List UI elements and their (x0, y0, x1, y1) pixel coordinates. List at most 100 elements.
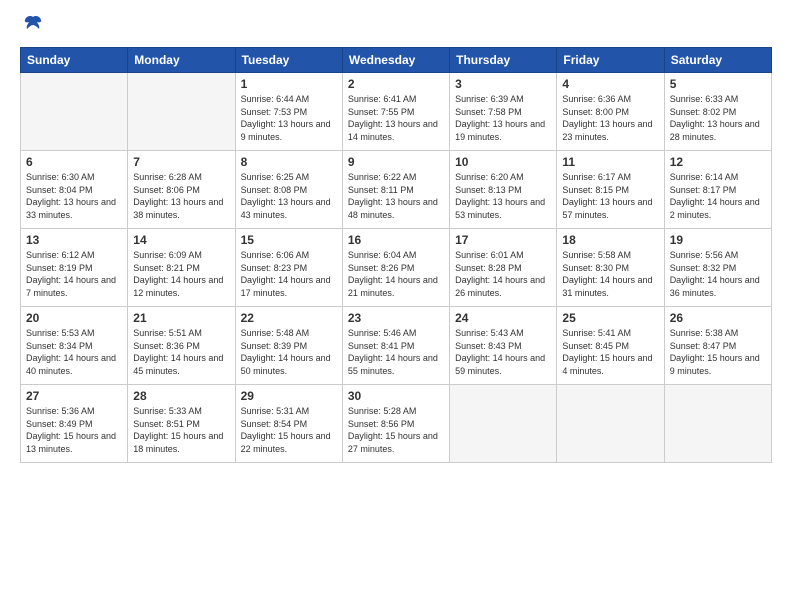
day-info: Sunrise: 5:56 AM Sunset: 8:32 PM Dayligh… (670, 249, 766, 299)
day-info: Sunrise: 6:39 AM Sunset: 7:58 PM Dayligh… (455, 93, 551, 143)
calendar-cell (664, 385, 771, 463)
calendar-cell: 25 Sunrise: 5:41 AM Sunset: 8:45 PM Dayl… (557, 307, 664, 385)
day-info: Sunrise: 5:38 AM Sunset: 8:47 PM Dayligh… (670, 327, 766, 377)
day-info: Sunrise: 6:33 AM Sunset: 8:02 PM Dayligh… (670, 93, 766, 143)
day-number: 21 (133, 311, 229, 325)
calendar-cell: 14 Sunrise: 6:09 AM Sunset: 8:21 PM Dayl… (128, 229, 235, 307)
day-header-monday: Monday (128, 48, 235, 73)
calendar-cell: 26 Sunrise: 5:38 AM Sunset: 8:47 PM Dayl… (664, 307, 771, 385)
day-number: 4 (562, 77, 658, 91)
day-header-saturday: Saturday (664, 48, 771, 73)
calendar-cell: 15 Sunrise: 6:06 AM Sunset: 8:23 PM Dayl… (235, 229, 342, 307)
day-number: 30 (348, 389, 444, 403)
day-info: Sunrise: 6:30 AM Sunset: 8:04 PM Dayligh… (26, 171, 122, 221)
day-info: Sunrise: 6:44 AM Sunset: 7:53 PM Dayligh… (241, 93, 337, 143)
day-number: 1 (241, 77, 337, 91)
day-info: Sunrise: 5:41 AM Sunset: 8:45 PM Dayligh… (562, 327, 658, 377)
calendar-cell: 17 Sunrise: 6:01 AM Sunset: 8:28 PM Dayl… (450, 229, 557, 307)
calendar-cell: 18 Sunrise: 5:58 AM Sunset: 8:30 PM Dayl… (557, 229, 664, 307)
day-number: 15 (241, 233, 337, 247)
calendar-cell (21, 73, 128, 151)
calendar-cell: 28 Sunrise: 5:33 AM Sunset: 8:51 PM Dayl… (128, 385, 235, 463)
calendar-cell: 5 Sunrise: 6:33 AM Sunset: 8:02 PM Dayli… (664, 73, 771, 151)
calendar-cell (450, 385, 557, 463)
day-header-wednesday: Wednesday (342, 48, 449, 73)
day-header-sunday: Sunday (21, 48, 128, 73)
calendar-cell: 24 Sunrise: 5:43 AM Sunset: 8:43 PM Dayl… (450, 307, 557, 385)
day-number: 26 (670, 311, 766, 325)
day-number: 19 (670, 233, 766, 247)
day-number: 9 (348, 155, 444, 169)
day-number: 7 (133, 155, 229, 169)
day-info: Sunrise: 5:36 AM Sunset: 8:49 PM Dayligh… (26, 405, 122, 455)
calendar-cell (128, 73, 235, 151)
day-header-tuesday: Tuesday (235, 48, 342, 73)
day-info: Sunrise: 5:28 AM Sunset: 8:56 PM Dayligh… (348, 405, 444, 455)
calendar-cell: 9 Sunrise: 6:22 AM Sunset: 8:11 PM Dayli… (342, 151, 449, 229)
calendar-cell: 23 Sunrise: 5:46 AM Sunset: 8:41 PM Dayl… (342, 307, 449, 385)
calendar-cell: 19 Sunrise: 5:56 AM Sunset: 8:32 PM Dayl… (664, 229, 771, 307)
day-number: 10 (455, 155, 551, 169)
calendar-cell: 20 Sunrise: 5:53 AM Sunset: 8:34 PM Dayl… (21, 307, 128, 385)
calendar-header-row: SundayMondayTuesdayWednesdayThursdayFrid… (21, 48, 772, 73)
day-number: 12 (670, 155, 766, 169)
day-number: 27 (26, 389, 122, 403)
calendar-cell: 4 Sunrise: 6:36 AM Sunset: 8:00 PM Dayli… (557, 73, 664, 151)
calendar-cell: 10 Sunrise: 6:20 AM Sunset: 8:13 PM Dayl… (450, 151, 557, 229)
calendar-cell: 2 Sunrise: 6:41 AM Sunset: 7:55 PM Dayli… (342, 73, 449, 151)
day-number: 6 (26, 155, 122, 169)
calendar-week-row: 13 Sunrise: 6:12 AM Sunset: 8:19 PM Dayl… (21, 229, 772, 307)
calendar-cell: 1 Sunrise: 6:44 AM Sunset: 7:53 PM Dayli… (235, 73, 342, 151)
day-info: Sunrise: 5:53 AM Sunset: 8:34 PM Dayligh… (26, 327, 122, 377)
calendar-cell: 13 Sunrise: 6:12 AM Sunset: 8:19 PM Dayl… (21, 229, 128, 307)
calendar-cell: 3 Sunrise: 6:39 AM Sunset: 7:58 PM Dayli… (450, 73, 557, 151)
day-number: 18 (562, 233, 658, 247)
day-info: Sunrise: 5:43 AM Sunset: 8:43 PM Dayligh… (455, 327, 551, 377)
calendar-cell: 16 Sunrise: 6:04 AM Sunset: 8:26 PM Dayl… (342, 229, 449, 307)
day-number: 22 (241, 311, 337, 325)
day-info: Sunrise: 6:20 AM Sunset: 8:13 PM Dayligh… (455, 171, 551, 221)
day-info: Sunrise: 6:28 AM Sunset: 8:06 PM Dayligh… (133, 171, 229, 221)
calendar-cell: 7 Sunrise: 6:28 AM Sunset: 8:06 PM Dayli… (128, 151, 235, 229)
day-number: 23 (348, 311, 444, 325)
day-info: Sunrise: 6:09 AM Sunset: 8:21 PM Dayligh… (133, 249, 229, 299)
calendar-week-row: 1 Sunrise: 6:44 AM Sunset: 7:53 PM Dayli… (21, 73, 772, 151)
day-info: Sunrise: 6:17 AM Sunset: 8:15 PM Dayligh… (562, 171, 658, 221)
day-number: 24 (455, 311, 551, 325)
day-info: Sunrise: 5:33 AM Sunset: 8:51 PM Dayligh… (133, 405, 229, 455)
day-info: Sunrise: 5:31 AM Sunset: 8:54 PM Dayligh… (241, 405, 337, 455)
page: SundayMondayTuesdayWednesdayThursdayFrid… (0, 0, 792, 612)
calendar-cell: 29 Sunrise: 5:31 AM Sunset: 8:54 PM Dayl… (235, 385, 342, 463)
day-number: 25 (562, 311, 658, 325)
day-info: Sunrise: 6:06 AM Sunset: 8:23 PM Dayligh… (241, 249, 337, 299)
day-number: 17 (455, 233, 551, 247)
calendar-week-row: 27 Sunrise: 5:36 AM Sunset: 8:49 PM Dayl… (21, 385, 772, 463)
day-number: 28 (133, 389, 229, 403)
day-number: 13 (26, 233, 122, 247)
day-number: 20 (26, 311, 122, 325)
calendar-cell: 21 Sunrise: 5:51 AM Sunset: 8:36 PM Dayl… (128, 307, 235, 385)
calendar-cell (557, 385, 664, 463)
calendar-cell: 30 Sunrise: 5:28 AM Sunset: 8:56 PM Dayl… (342, 385, 449, 463)
day-number: 11 (562, 155, 658, 169)
day-info: Sunrise: 6:41 AM Sunset: 7:55 PM Dayligh… (348, 93, 444, 143)
calendar-cell: 12 Sunrise: 6:14 AM Sunset: 8:17 PM Dayl… (664, 151, 771, 229)
day-header-thursday: Thursday (450, 48, 557, 73)
calendar-week-row: 20 Sunrise: 5:53 AM Sunset: 8:34 PM Dayl… (21, 307, 772, 385)
logo (20, 18, 44, 41)
day-info: Sunrise: 5:58 AM Sunset: 8:30 PM Dayligh… (562, 249, 658, 299)
calendar-cell: 8 Sunrise: 6:25 AM Sunset: 8:08 PM Dayli… (235, 151, 342, 229)
calendar-cell: 6 Sunrise: 6:30 AM Sunset: 8:04 PM Dayli… (21, 151, 128, 229)
header (20, 18, 772, 41)
calendar-cell: 22 Sunrise: 5:48 AM Sunset: 8:39 PM Dayl… (235, 307, 342, 385)
day-info: Sunrise: 6:22 AM Sunset: 8:11 PM Dayligh… (348, 171, 444, 221)
calendar-cell: 27 Sunrise: 5:36 AM Sunset: 8:49 PM Dayl… (21, 385, 128, 463)
day-info: Sunrise: 6:12 AM Sunset: 8:19 PM Dayligh… (26, 249, 122, 299)
calendar-week-row: 6 Sunrise: 6:30 AM Sunset: 8:04 PM Dayli… (21, 151, 772, 229)
day-info: Sunrise: 5:51 AM Sunset: 8:36 PM Dayligh… (133, 327, 229, 377)
day-number: 2 (348, 77, 444, 91)
calendar-table: SundayMondayTuesdayWednesdayThursdayFrid… (20, 47, 772, 463)
day-info: Sunrise: 6:04 AM Sunset: 8:26 PM Dayligh… (348, 249, 444, 299)
day-number: 5 (670, 77, 766, 91)
day-info: Sunrise: 6:14 AM Sunset: 8:17 PM Dayligh… (670, 171, 766, 221)
